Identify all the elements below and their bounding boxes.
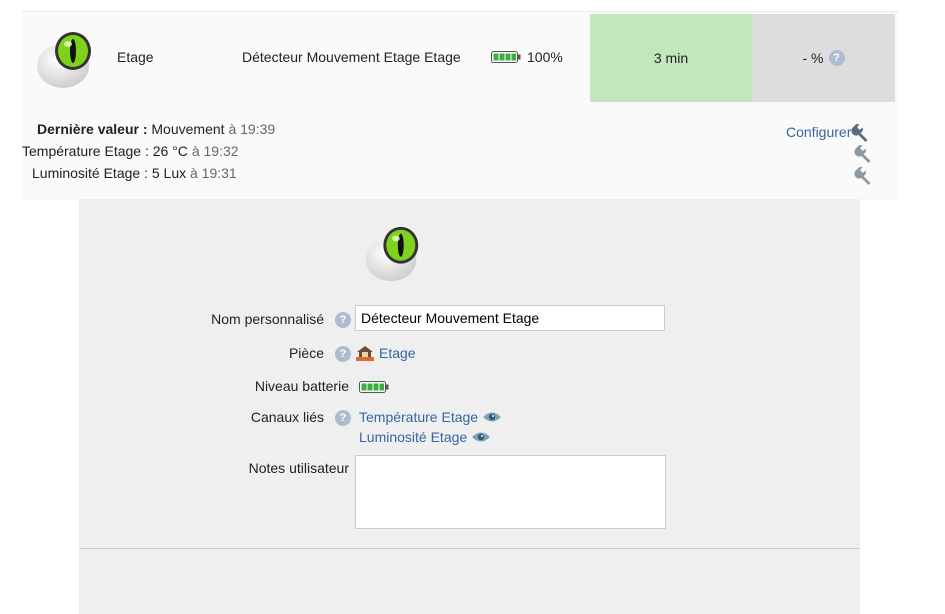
eye-icon[interactable] — [471, 430, 491, 444]
divider — [79, 548, 860, 549]
room-value[interactable]: Etage — [379, 345, 416, 361]
help-icon[interactable]: ? — [335, 312, 351, 328]
eye-icon[interactable] — [482, 410, 502, 424]
battery-percent: 100% — [527, 49, 563, 65]
help-icon[interactable]: ? — [335, 346, 351, 362]
notes-textarea[interactable] — [355, 455, 666, 529]
room-name: Etage — [117, 49, 154, 65]
wrench-icon[interactable] — [854, 165, 874, 185]
signal-value: - % — [802, 50, 824, 66]
luminosity-value: 5 Lux — [151, 165, 187, 181]
battery-icon — [359, 381, 389, 393]
help-icon[interactable]: ? — [828, 50, 845, 66]
last-value: Mouvement — [151, 121, 225, 137]
temperature-value: 26 °C — [152, 143, 188, 159]
channel-label[interactable]: Luminosité Etage — [359, 429, 467, 445]
configure-link[interactable]: Configurer — [786, 122, 871, 142]
luminosity-time: à 19:31 — [190, 165, 237, 181]
channel-link-temperature[interactable]: Température Etage — [359, 409, 502, 425]
last-value-line: Dernière valeur : Mouvement à 19:39 — [37, 121, 275, 137]
motion-sensor-icon — [37, 32, 91, 88]
room-label: Pièce — [288, 345, 324, 361]
signal-cell: - % ? — [752, 14, 895, 102]
device-row[interactable]: Etage Détecteur Mouvement Etage Etage 10… — [22, 12, 899, 102]
channel-label[interactable]: Température Etage — [359, 409, 478, 425]
device-card: Etage Détecteur Mouvement Etage Etage 10… — [22, 11, 899, 200]
device-name: Détecteur Mouvement Etage Etage — [242, 49, 461, 65]
luminosity-line: Luminosité Etage : 5 Lux à 19:31 — [32, 165, 237, 181]
room-house-icon — [356, 346, 374, 361]
battery-icon — [491, 51, 521, 63]
temperature-time: à 19:32 — [191, 143, 239, 159]
battery-label: Niveau batterie — [254, 378, 349, 394]
luminosity-label: Luminosité Etage : — [32, 165, 148, 181]
last-value-label: Dernière valeur : — [37, 121, 148, 137]
temperature-label: Température Etage : — [22, 143, 149, 159]
notes-label: Notes utilisateur — [248, 460, 349, 476]
config-panel: Nom personnalisé ? Pièce ? Etage Niveau … — [79, 199, 860, 614]
last-seen-value: 3 min — [653, 50, 689, 66]
name-label: Nom personnalisé — [211, 311, 324, 327]
channels-label: Canaux liés — [250, 409, 324, 425]
help-icon[interactable]: ? — [335, 410, 351, 426]
last-value-time: à 19:39 — [228, 121, 276, 137]
battery-status: 100% — [491, 49, 563, 65]
temperature-line: Température Etage : 26 °C à 19:32 — [22, 143, 239, 159]
wrench-icon[interactable] — [854, 143, 874, 163]
custom-name-input[interactable] — [355, 305, 665, 331]
last-seen-cell: 3 min — [590, 14, 752, 102]
wrench-icon[interactable] — [851, 122, 871, 142]
room-link[interactable]: Etage — [355, 344, 416, 362]
motion-sensor-icon — [365, 226, 419, 282]
channel-link-luminosity[interactable]: Luminosité Etage — [359, 429, 491, 445]
configure-label[interactable]: Configurer — [786, 124, 851, 140]
